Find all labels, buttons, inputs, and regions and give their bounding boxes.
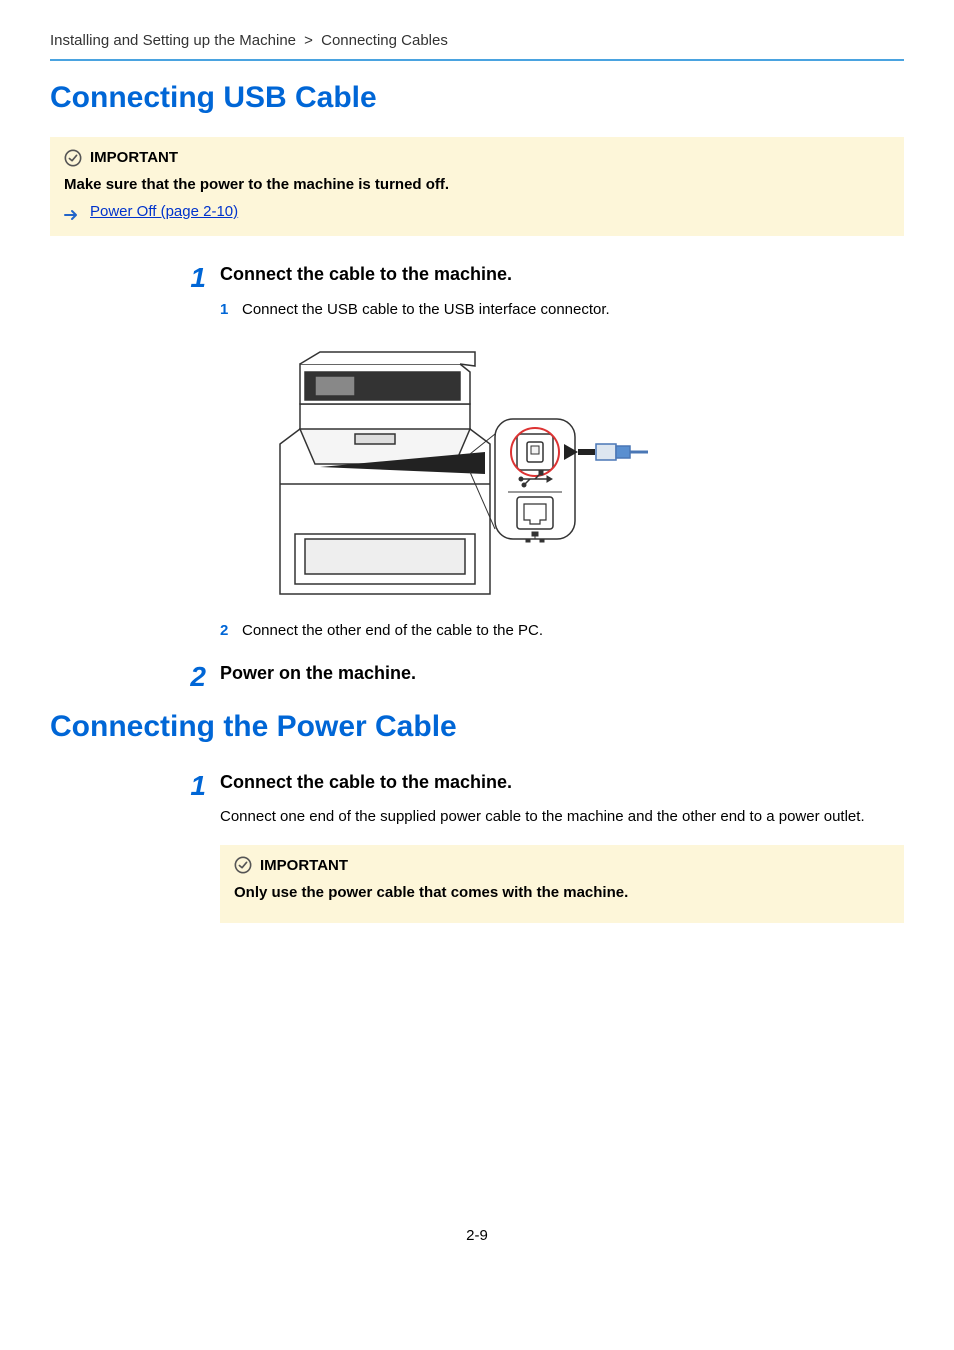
breadcrumb: Installing and Setting up the Machine > … — [50, 30, 904, 59]
important-text: Only use the power cable that comes with… — [234, 882, 890, 903]
breadcrumb-separator: > — [304, 32, 313, 49]
substep-text: Connect the USB cable to the USB interfa… — [242, 299, 904, 320]
step-title-connect-cable: Connect the cable to the machine. — [220, 262, 904, 287]
section-title-usb: Connecting USB Cable — [50, 77, 904, 119]
substep-number: 2 — [220, 620, 242, 641]
check-icon — [234, 856, 252, 874]
step-title-connect-power: Connect the cable to the machine. — [220, 770, 904, 795]
arrow-right-icon — [64, 206, 80, 218]
breadcrumb-parent: Installing and Setting up the Machine — [50, 32, 296, 49]
important-label: IMPORTANT — [260, 855, 348, 876]
breadcrumb-child: Connecting Cables — [321, 32, 448, 49]
usb-cable-icon — [596, 444, 648, 460]
important-box-usb: IMPORTANT Make sure that the power to th… — [50, 137, 904, 236]
power-cable-instruction: Connect one end of the supplied power ca… — [220, 806, 904, 827]
step-number-1: 1 — [190, 770, 206, 801]
step-row-2: 2 Power on the machine. — [50, 657, 904, 696]
step-title-power-on: Power on the machine. — [220, 661, 904, 686]
substep-text: Connect the other end of the cable to th… — [242, 620, 904, 641]
important-box-power: IMPORTANT Only use the power cable that … — [220, 845, 904, 923]
step-number-2: 2 — [190, 661, 206, 692]
section-title-power: Connecting the Power Cable — [50, 706, 904, 748]
header-rule — [50, 59, 904, 61]
step-row-power-1: 1 Connect the cable to the machine. Conn… — [50, 766, 904, 944]
step-row-1: 1 Connect the cable to the machine. 1 Co… — [50, 258, 904, 649]
substep-2: 2 Connect the other end of the cable to … — [220, 620, 904, 641]
important-label: IMPORTANT — [90, 147, 178, 168]
printer-usb-figure — [260, 334, 904, 604]
substep-1: 1 Connect the USB cable to the USB inter… — [220, 299, 904, 320]
page-number: 2-9 — [50, 1225, 904, 1246]
power-off-link[interactable]: Power Off (page 2-10) — [90, 201, 238, 222]
step-number-1: 1 — [190, 262, 206, 293]
substep-number: 1 — [220, 299, 242, 320]
important-text: Make sure that the power to the machine … — [64, 174, 890, 195]
check-icon — [64, 149, 82, 167]
